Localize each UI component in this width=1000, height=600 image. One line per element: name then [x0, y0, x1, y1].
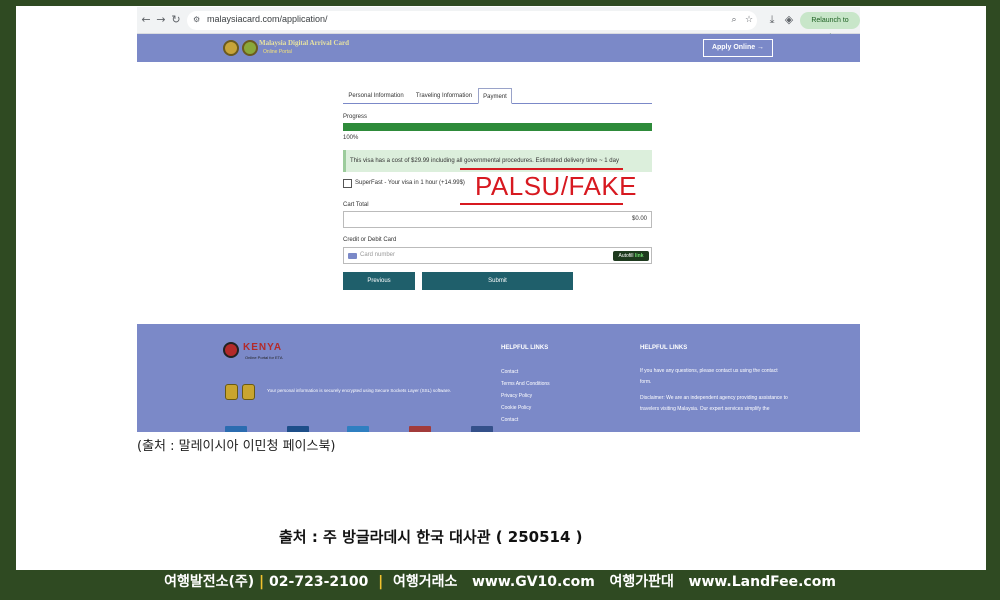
footer-heading-help: HELPFUL LINKS [640, 345, 688, 351]
stamp-bottom-line [460, 203, 623, 205]
progress-fill [343, 123, 652, 131]
exchange-name: 여행거래소 [392, 574, 458, 590]
tab-payment[interactable]: Payment [478, 88, 512, 104]
source-caption-2: 출처 : 주 방글라데시 한국 대사관 ( 250514 ) [279, 528, 583, 546]
fake-warning-stamp: PALSU/FAKE [475, 171, 638, 201]
cart-total-label: Cart Total [343, 202, 369, 208]
payment-badge-icon [409, 426, 431, 432]
advertiser-bar: 여행발전소(주) | 02-723-2100 | 여행거래소 www.GV10.… [0, 570, 1000, 600]
site-subtitle: Online Portal [263, 49, 292, 55]
reload-icon[interactable]: ↻ [169, 13, 183, 27]
cart-total-field: $0.00 [343, 211, 652, 228]
separator: | [259, 574, 265, 590]
ssl-notice: Your personal information is securely en… [267, 388, 452, 393]
card-label: Credit or Debit Card [343, 237, 397, 243]
progress-label: Progress [343, 114, 368, 120]
submit-button[interactable]: Submit [422, 272, 573, 290]
site-link-gv10[interactable]: www.GV10.com [472, 574, 595, 590]
kenya-shield-icon [223, 342, 239, 358]
stamp-top-line [460, 168, 623, 170]
site-info-icon[interactable]: ⚙ [193, 15, 200, 24]
secure-seal-icon [242, 384, 255, 400]
extension-icon[interactable]: ◈ [782, 13, 796, 27]
footer-link-contact[interactable]: Contact [501, 369, 518, 375]
kenya-subtitle: Online Portal for ETA [245, 355, 283, 360]
site-title: Malaysia Digital Arrival Card [259, 39, 350, 47]
company-name: 여행발전소(주) [164, 574, 255, 590]
card-number-input[interactable]: Card number Autofill link [343, 247, 652, 264]
credit-card-icon [348, 253, 357, 259]
zoom-icon[interactable]: ⌕ [727, 13, 741, 27]
payment-badge-icon [225, 426, 247, 432]
forward-icon[interactable]: → [154, 13, 168, 27]
progress-bar [343, 123, 652, 131]
tab-traveling-information[interactable]: Traveling Information [411, 88, 477, 104]
kenya-title: KENYA [243, 342, 283, 353]
footer-disclaimer: Disclaimer: We are an independent agency… [640, 395, 788, 412]
superfast-label: SuperFast - Your visa in 1 hour (+14.99$… [355, 180, 465, 186]
apply-online-button[interactable]: Apply Online → [703, 39, 773, 57]
site-footer: KENYA Online Portal for ETA Your persona… [137, 324, 860, 432]
malaysia-crest-icon [223, 40, 239, 56]
browser-toolbar: ← → ↻ ⚙ malaysiacard.com/application/ ⌕ … [137, 7, 860, 41]
tab-personal-information[interactable]: Personal Information [343, 88, 409, 104]
autofill-prefix: Autofill [618, 253, 634, 259]
url-text: malaysiacard.com/application/ [207, 14, 328, 24]
footer-link-contact-2[interactable]: Contact [501, 417, 518, 423]
payment-badge-icon [347, 426, 369, 432]
form-tabs: Personal Information Traveling Informati… [343, 88, 652, 104]
footer-link-privacy[interactable]: Privacy Policy [501, 393, 532, 399]
download-icon[interactable]: ⤓ [765, 13, 779, 27]
payment-badge-icon [471, 426, 493, 432]
separator: | [378, 574, 384, 590]
cart-total-value: $0.00 [631, 216, 647, 222]
autofill-link-button[interactable]: Autofill link [613, 251, 649, 261]
ssl-seal-icon [225, 384, 238, 400]
footer-link-terms[interactable]: Terms And Conditions [501, 381, 550, 387]
site-header: Malaysia Digital Arrival Card Online Por… [137, 34, 860, 62]
relaunch-button[interactable]: Relaunch to update [800, 12, 860, 41]
superfast-checkbox[interactable] [343, 179, 352, 188]
address-bar[interactable]: ⚙ malaysiacard.com/application/ ⌕ ☆ [187, 11, 757, 30]
progress-percent: 100% [343, 135, 359, 141]
source-caption-1: (출처 : 말레이시아 이민청 페이스북) [137, 439, 336, 454]
card-number-placeholder: Card number [360, 252, 396, 258]
footer-link-cookie[interactable]: Cookie Policy [501, 405, 531, 411]
immigration-logo-icon [242, 40, 258, 56]
autofill-link-text: link [634, 253, 644, 259]
footer-contact-text: If you have any questions, please contac… [640, 368, 778, 385]
screenshot-panel: ← → ↻ ⚙ malaysiacard.com/application/ ⌕ … [137, 7, 860, 432]
phone-number: 02-723-2100 [269, 574, 369, 590]
bookmark-star-icon[interactable]: ☆ [742, 13, 756, 27]
back-icon[interactable]: ← [139, 13, 153, 27]
payment-badge-icon [287, 426, 309, 432]
footer-heading-links: HELPFUL LINKS [501, 345, 549, 351]
site-link-landfee[interactable]: www.LandFee.com [689, 574, 836, 590]
previous-button[interactable]: Previous [343, 272, 415, 290]
market-name: 여행가판대 [609, 574, 674, 590]
